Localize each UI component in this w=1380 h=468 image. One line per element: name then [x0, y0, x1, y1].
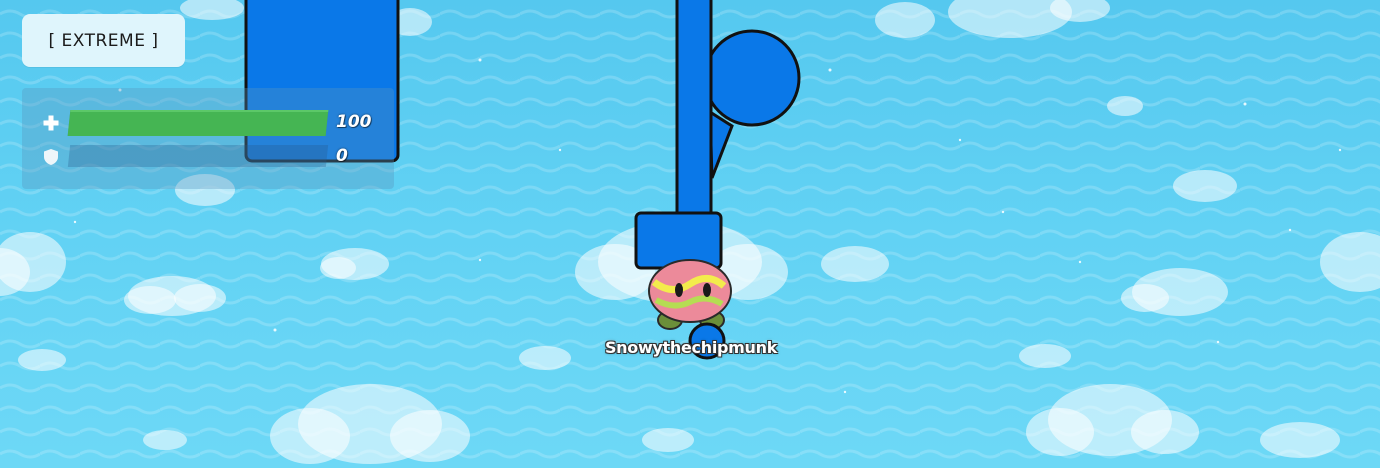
cloud — [821, 246, 889, 282]
vertical-pole — [675, 0, 713, 218]
shield-row: 0 — [22, 144, 394, 168]
health-value: 100 — [336, 112, 372, 132]
cloud — [1173, 170, 1237, 202]
player-name-tag: Snowythechipmunk — [604, 338, 778, 357]
cloud — [1019, 344, 1071, 368]
health-cross-icon — [43, 115, 59, 131]
swing-ball — [703, 29, 801, 127]
shield-bar-fill — [67, 145, 71, 167]
cloud — [18, 349, 66, 371]
cloud — [143, 430, 187, 450]
game-mode-badge: [ EXTREME ] — [22, 14, 185, 67]
health-row: 100 — [22, 110, 394, 136]
shield-value: 0 — [336, 146, 348, 166]
cloud — [1107, 96, 1143, 116]
clamp-block — [634, 211, 723, 270]
player-eye-left — [675, 283, 683, 297]
player-body — [648, 259, 732, 323]
cloud — [1260, 422, 1340, 458]
game-scene — [0, 0, 1380, 468]
cloud — [875, 2, 935, 38]
player-eye-right — [703, 283, 711, 297]
player-stats-panel: 100 0 — [22, 88, 394, 189]
shield-icon — [44, 149, 58, 165]
background-layer — [0, 0, 1380, 468]
shield-bar — [67, 145, 329, 167]
cloud — [642, 428, 694, 452]
health-bar — [67, 110, 329, 136]
game-mode-label: [ EXTREME ] — [48, 30, 159, 51]
health-bar-fill — [67, 110, 329, 136]
